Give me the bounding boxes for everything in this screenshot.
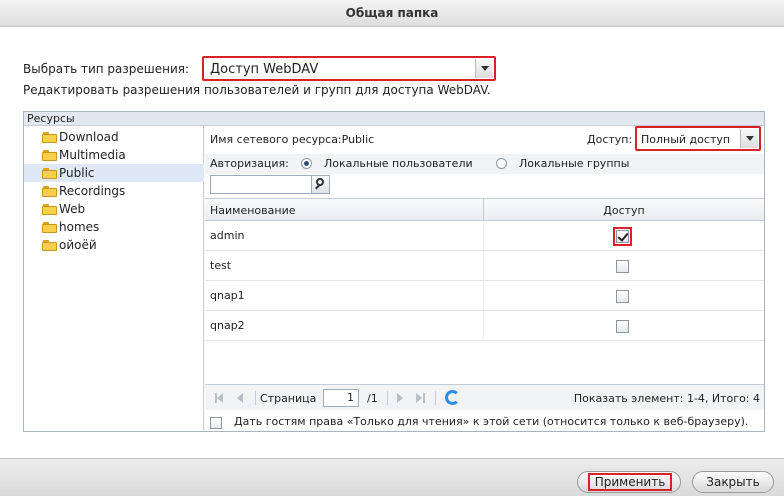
window-title: Общая папка <box>0 0 784 27</box>
tree-item-label: homes <box>59 220 100 234</box>
tree-item-multimedia[interactable]: Multimedia <box>24 146 204 164</box>
folder-icon <box>42 203 57 215</box>
share-permissions: Имя сетевого ресурса:Public Доступ: Полн… <box>205 126 764 431</box>
tree-item-label: Download <box>59 130 119 144</box>
folder-icon <box>42 221 57 233</box>
user-name: qnap1 <box>210 289 245 302</box>
table-row: test <box>205 251 764 281</box>
table-row: qnap1 <box>205 281 764 311</box>
access-level-select[interactable]: Полный доступ <box>635 126 761 151</box>
radio-local-users-label[interactable]: Локальные пользователи <box>324 157 473 170</box>
close-button[interactable]: Закрыть <box>692 471 774 493</box>
guest-readonly-label[interactable]: Дать гостям права «Только для чтения» к … <box>234 415 748 428</box>
apply-button-label: Применить <box>588 473 672 491</box>
auth-label: Авторизация: <box>210 157 289 170</box>
resources-panel: Ресурсы Download Multimedia Public Recor… <box>23 111 765 432</box>
last-page-icon[interactable] <box>416 393 422 403</box>
user-name: test <box>210 259 232 272</box>
tree-item-homes[interactable]: homes <box>24 218 204 236</box>
resources-tree: Download Multimedia Public Recordings We… <box>24 126 204 431</box>
table-header: Наименование Доступ <box>205 199 764 221</box>
access-checkbox[interactable] <box>616 320 629 333</box>
tree-item-label: Recordings <box>59 184 126 198</box>
prev-page-icon[interactable] <box>237 393 243 403</box>
column-header-access[interactable]: Доступ <box>484 204 764 217</box>
permission-type-value: Доступ WebDAV <box>210 62 319 77</box>
table-row: admin <box>205 221 764 251</box>
folder-icon <box>42 167 57 179</box>
pagination-info: Показать элемент: 1-4, Итого: 4 <box>573 392 760 405</box>
radio-local-groups[interactable] <box>496 158 507 169</box>
permission-description: Редактировать разрешения пользователей и… <box>23 83 491 97</box>
last-page-icon[interactable] <box>423 393 425 403</box>
tree-item-recordings[interactable]: Recordings <box>24 182 204 200</box>
tree-item-label: Web <box>59 202 86 216</box>
folder-icon <box>42 131 57 143</box>
pagination-bar: Страница 1 /1 Показать элемент: 1-4, Ито… <box>205 384 764 410</box>
chevron-down-icon[interactable] <box>740 129 758 148</box>
permission-type-label: Выбрать тип разрешения: <box>23 62 190 76</box>
apply-button[interactable]: Применить <box>577 471 681 493</box>
access-label: Доступ: <box>587 133 633 146</box>
tree-item-download[interactable]: Download <box>24 128 204 146</box>
tree-item-label: Public <box>59 166 95 180</box>
folder-icon <box>42 149 57 161</box>
permissions-table: Наименование Доступ admin test qnap1 qna… <box>205 198 764 385</box>
folder-icon <box>42 239 57 251</box>
auth-bar: Авторизация: Локальные пользователи Лока… <box>205 154 764 174</box>
page-total: /1 <box>367 392 378 405</box>
tree-item-web[interactable]: Web <box>24 200 204 218</box>
permission-type-select[interactable]: Доступ WebDAV <box>202 56 496 81</box>
access-checkbox[interactable] <box>616 290 629 303</box>
column-header-name[interactable]: Наименование <box>210 204 295 217</box>
user-name: qnap2 <box>210 319 245 332</box>
next-page-icon[interactable] <box>397 393 403 403</box>
user-name: admin <box>210 229 245 242</box>
access-checkbox[interactable] <box>616 260 629 273</box>
search-input[interactable] <box>210 175 330 194</box>
refresh-icon[interactable] <box>445 390 460 405</box>
resources-header: Ресурсы <box>24 112 764 126</box>
dialog-footer: Применить Закрыть <box>0 458 784 496</box>
access-level-value: Полный доступ <box>641 133 731 146</box>
tree-item-custom[interactable]: ойоёй <box>24 236 204 254</box>
network-share-name: Имя сетевого ресурса:Public <box>210 133 375 146</box>
page-number-input[interactable]: 1 <box>323 389 359 407</box>
radio-local-groups-label[interactable]: Локальные группы <box>519 157 629 170</box>
radio-local-users[interactable] <box>301 158 312 169</box>
tree-item-label: Multimedia <box>59 148 126 162</box>
search-icon[interactable] <box>311 176 329 193</box>
first-page-icon[interactable] <box>217 393 223 403</box>
guest-readonly-checkbox[interactable] <box>210 417 222 429</box>
access-checkbox[interactable] <box>613 227 632 246</box>
tree-item-label: ойоёй <box>59 238 97 252</box>
page-label: Страница <box>260 392 317 405</box>
chevron-down-icon[interactable] <box>475 59 493 78</box>
table-row: qnap2 <box>205 311 764 341</box>
folder-icon <box>42 185 57 197</box>
tree-item-public[interactable]: Public <box>24 164 204 182</box>
